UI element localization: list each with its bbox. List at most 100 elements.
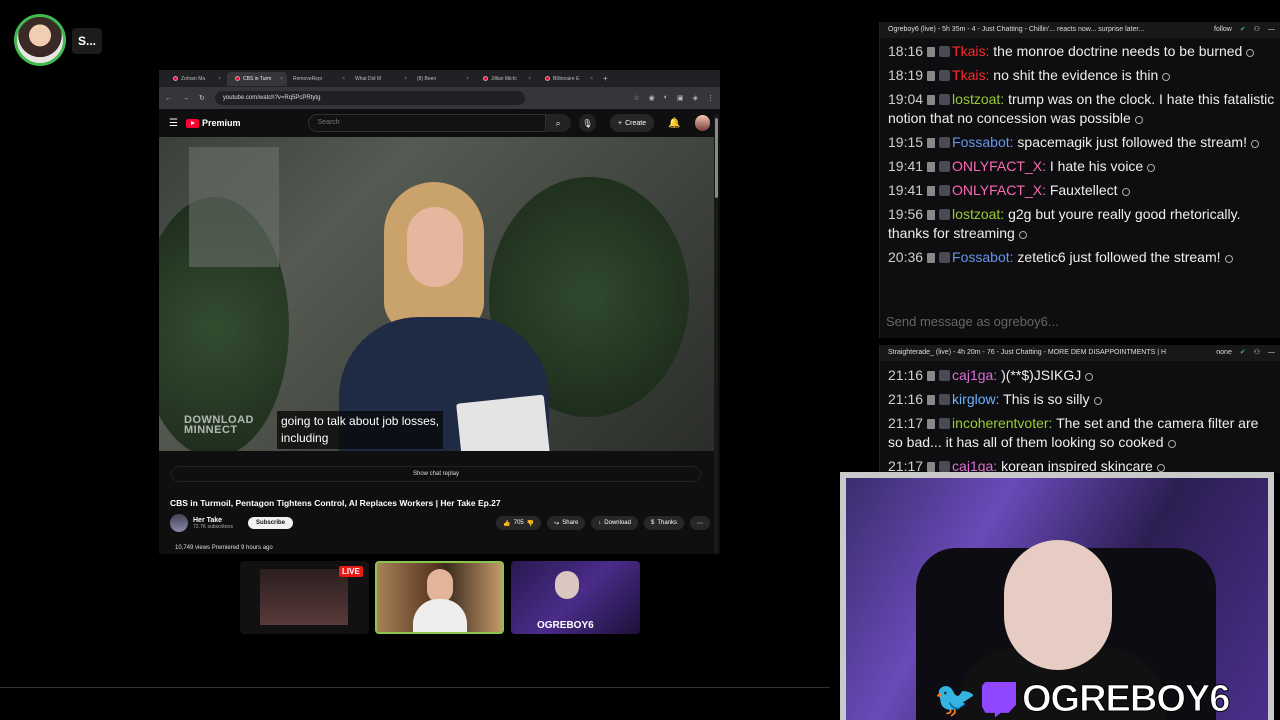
reload-icon[interactable]: ↻ xyxy=(199,94,205,102)
chat-username[interactable]: Fossabot: xyxy=(952,249,1017,265)
like-button[interactable]: 👍 705 👎 xyxy=(496,516,542,530)
stream-thumbnail-selected[interactable] xyxy=(375,561,504,634)
close-icon[interactable]: × xyxy=(528,76,531,82)
users-icon[interactable]: ⚇ xyxy=(1254,22,1260,38)
message-options-icon[interactable] xyxy=(1250,140,1259,148)
download-button[interactable]: ↓ Download xyxy=(591,516,638,530)
search-input[interactable]: Search xyxy=(308,114,546,132)
message-options-icon[interactable] xyxy=(1018,231,1027,239)
message-options-icon[interactable] xyxy=(1246,49,1255,57)
chat-username[interactable]: Fossabot: xyxy=(952,134,1017,150)
notifications-bell-icon[interactable]: 🔔 xyxy=(668,118,680,129)
menu-dots-icon[interactable]: ⋮ xyxy=(707,94,714,102)
browser-tab-active[interactable]: CBS in Turm × xyxy=(227,71,287,86)
youtube-logo[interactable]: Premium xyxy=(185,118,240,128)
hamburger-menu-icon[interactable]: ☰ xyxy=(169,118,178,129)
chat-panel-straighterade: Straighterade_ (live) - 4h 20m - 76 - Ju… xyxy=(879,345,1280,473)
delete-message-icon[interactable] xyxy=(927,395,936,405)
browser-tab[interactable]: Zohran Ma × xyxy=(165,72,225,86)
delete-message-icon[interactable] xyxy=(927,371,936,381)
show-chat-replay-button[interactable]: Show chat replay xyxy=(171,466,701,482)
delete-message-icon[interactable] xyxy=(927,462,936,472)
extension-icon[interactable]: ◈ xyxy=(693,94,698,102)
chat-username[interactable]: incoherentvoter: xyxy=(952,415,1056,431)
watermark: DOWNLOAD MINNECT xyxy=(184,414,254,436)
microphone-icon[interactable]: 🎙 xyxy=(578,114,597,132)
browser-tab[interactable]: RemoveRepi × xyxy=(289,72,349,86)
message-options-icon[interactable] xyxy=(1162,73,1171,81)
create-button[interactable]: + Create xyxy=(610,114,655,132)
chat-username[interactable]: lostzoat: xyxy=(952,206,1008,222)
message-options-icon[interactable] xyxy=(1085,373,1094,381)
search-icon[interactable]: ⌕ xyxy=(545,114,571,132)
new-tab-icon[interactable]: + xyxy=(603,74,608,83)
message-options-icon[interactable] xyxy=(1156,464,1165,472)
chat-username[interactable]: Tkais: xyxy=(952,67,993,83)
thanks-button[interactable]: $ Thanks xyxy=(643,516,684,530)
extension-icon[interactable]: ▣ xyxy=(677,94,684,102)
message-options-icon[interactable] xyxy=(1093,397,1102,405)
chat-username[interactable]: Tkais: xyxy=(952,43,993,59)
chat-username[interactable]: kirglow: xyxy=(952,391,1003,407)
browser-tab[interactable]: (8) Been × xyxy=(413,72,473,86)
chat-username[interactable]: caj1ga: xyxy=(952,367,1001,383)
delete-message-icon[interactable] xyxy=(927,419,936,429)
channel-name[interactable]: Her Take xyxy=(193,517,233,524)
delete-message-icon[interactable] xyxy=(927,138,936,148)
message-options-icon[interactable] xyxy=(1224,255,1233,263)
close-icon[interactable]: — xyxy=(1268,345,1275,361)
close-icon[interactable]: × xyxy=(590,76,593,82)
delete-message-icon[interactable] xyxy=(927,186,936,196)
subscribe-button[interactable]: Subscribe xyxy=(248,517,294,529)
chat-input[interactable]: Send message as ogreboy6... xyxy=(884,314,1279,334)
scrollbar-thumb[interactable] xyxy=(715,118,718,198)
close-icon[interactable]: × xyxy=(218,76,221,82)
message-options-icon[interactable] xyxy=(1167,440,1176,448)
video-caption: going to talk about job losses, includin… xyxy=(277,411,444,449)
browser-tab[interactable]: Billionaire E × xyxy=(537,72,597,86)
delete-message-icon[interactable] xyxy=(927,71,936,81)
close-icon[interactable]: × xyxy=(280,76,283,82)
chat-text: Fauxtellect xyxy=(1049,182,1118,198)
follow-button[interactable]: follow xyxy=(1214,22,1232,38)
forward-icon[interactable]: → xyxy=(182,95,189,102)
chat-username[interactable]: ONLYFACT_X: xyxy=(952,158,1050,174)
message-timestamp: 19:41 xyxy=(888,182,924,198)
share-button[interactable]: ↪ Share xyxy=(547,516,586,530)
message-options-icon[interactable] xyxy=(1134,116,1143,124)
browser-tab[interactable]: Jillian Michi × xyxy=(475,72,535,86)
chat-username[interactable]: lostzoat: xyxy=(952,91,1008,107)
streamer-avatar xyxy=(14,14,66,66)
close-icon[interactable]: × xyxy=(466,76,469,82)
users-icon[interactable]: ⚇ xyxy=(1254,345,1260,361)
extension-icon[interactable]: ◉ xyxy=(649,94,655,102)
bookmark-star-icon[interactable]: ☆ xyxy=(633,94,639,102)
delete-message-icon[interactable] xyxy=(927,210,936,220)
follow-status[interactable]: none xyxy=(1216,345,1232,361)
delete-message-icon[interactable] xyxy=(927,253,936,263)
stream-thumbnail[interactable]: LIVE xyxy=(240,561,369,634)
close-icon[interactable]: × xyxy=(404,76,407,82)
close-icon[interactable]: — xyxy=(1268,22,1275,38)
account-avatar[interactable] xyxy=(694,115,710,131)
chat-message: 18:16 Tkais: the monroe doctrine needs to… xyxy=(888,42,1276,61)
video-player[interactable]: DOWNLOAD MINNECT going to talk about job… xyxy=(159,137,714,451)
chat-username[interactable]: ONLYFACT_X: xyxy=(952,182,1050,198)
more-options-icon[interactable]: ⋯ xyxy=(690,516,710,530)
delete-message-icon[interactable] xyxy=(927,162,936,172)
url-field[interactable]: youtube.com/watch?v=Rq5PcPRtytg xyxy=(214,91,525,105)
message-options-icon[interactable] xyxy=(1121,188,1130,196)
close-icon[interactable]: × xyxy=(342,76,345,82)
message-options-icon[interactable] xyxy=(1147,164,1156,172)
delete-message-icon[interactable] xyxy=(927,95,936,105)
extension-icon[interactable]: ◐ xyxy=(664,94,668,102)
stream-thumbnail[interactable]: OGREBOY6 xyxy=(511,561,640,634)
back-icon[interactable]: ← xyxy=(165,95,172,102)
thumbs-down-icon[interactable]: 👎 xyxy=(527,520,534,527)
delete-message-icon[interactable] xyxy=(927,47,936,57)
browser-tab[interactable]: What Did M × xyxy=(351,72,411,86)
streamer-tag: S... xyxy=(72,28,102,54)
channel-avatar[interactable] xyxy=(170,514,188,532)
chat-username[interactable]: caj1ga: xyxy=(952,458,1001,473)
chat-message: 19:41 ONLYFACT_X: I hate his voice xyxy=(888,157,1276,176)
